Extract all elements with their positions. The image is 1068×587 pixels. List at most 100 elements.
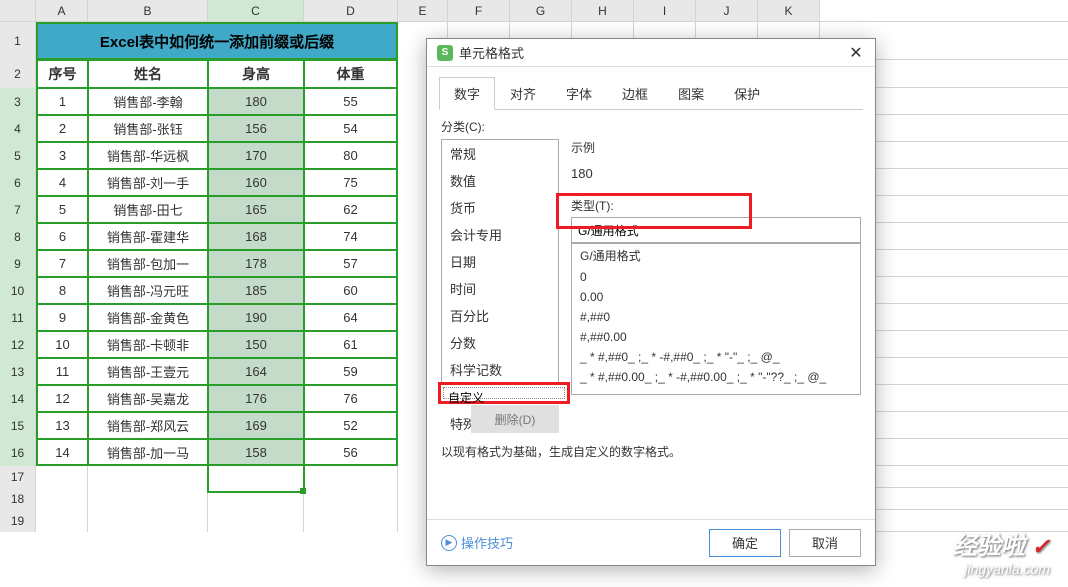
col-header-K[interactable]: K	[758, 0, 820, 21]
type-item[interactable]: _ * #,##0.00_ ;_ * -#,##0.00_ ;_ * "-"??…	[572, 367, 860, 387]
tab-font[interactable]: 字体	[551, 77, 607, 110]
col-header-C[interactable]: C	[208, 0, 304, 21]
th-name[interactable]: 姓名	[88, 60, 208, 88]
cell-num[interactable]: 2	[36, 115, 88, 142]
row-header-2[interactable]: 2	[0, 60, 36, 88]
ok-button[interactable]: 确定	[709, 529, 781, 557]
cell-name[interactable]: 销售部-李翰	[88, 88, 208, 115]
tab-align[interactable]: 对齐	[495, 77, 551, 110]
row-header-19[interactable]: 19	[0, 510, 36, 532]
row-header-9[interactable]: 9	[0, 250, 36, 277]
cell-num[interactable]: 7	[36, 250, 88, 277]
row-header-12[interactable]: 12	[0, 331, 36, 358]
row-header-5[interactable]: 5	[0, 142, 36, 169]
row-header-15[interactable]: 15	[0, 412, 36, 439]
row-header-18[interactable]: 18	[0, 488, 36, 510]
cell-name[interactable]: 销售部-吴嘉龙	[88, 385, 208, 412]
cell-weight[interactable]: 55	[304, 88, 398, 115]
cell-name[interactable]: 销售部-郑风云	[88, 412, 208, 439]
cell-weight[interactable]: 74	[304, 223, 398, 250]
category-item[interactable]: 货币	[442, 194, 558, 221]
row-header-13[interactable]: 13	[0, 358, 36, 385]
cell-weight[interactable]: 75	[304, 169, 398, 196]
col-header-J[interactable]: J	[696, 0, 758, 21]
cell-weight[interactable]: 80	[304, 142, 398, 169]
category-item[interactable]: 分数	[442, 329, 558, 356]
cell-height[interactable]: 160	[208, 169, 304, 196]
col-header-A[interactable]: A	[36, 0, 88, 21]
cell-name[interactable]: 销售部-张钰	[88, 115, 208, 142]
col-header-G[interactable]: G	[510, 0, 572, 21]
cell-num[interactable]: 3	[36, 142, 88, 169]
dialog-titlebar[interactable]: S 单元格格式 ✕	[427, 39, 875, 67]
type-item[interactable]: G/通用格式	[572, 244, 860, 267]
cell-name[interactable]: 销售部-卡顿非	[88, 331, 208, 358]
cell-weight[interactable]: 56	[304, 439, 398, 466]
th-height[interactable]: 身高	[208, 60, 304, 88]
tab-pattern[interactable]: 图案	[663, 77, 719, 110]
row-header-8[interactable]: 8	[0, 223, 36, 250]
cell-weight[interactable]: 59	[304, 358, 398, 385]
category-item[interactable]: 百分比	[442, 302, 558, 329]
type-item[interactable]: 0.00	[572, 287, 860, 307]
cell-name[interactable]: 销售部-田七	[88, 196, 208, 223]
row-header-16[interactable]: 16	[0, 439, 36, 466]
cell-height[interactable]: 190	[208, 304, 304, 331]
cell-height[interactable]: 180	[208, 88, 304, 115]
cell-num[interactable]: 5	[36, 196, 88, 223]
tab-protect[interactable]: 保护	[719, 77, 775, 110]
col-header-D[interactable]: D	[304, 0, 398, 21]
category-item[interactable]: 日期	[442, 248, 558, 275]
cell-height[interactable]: 165	[208, 196, 304, 223]
cell-weight[interactable]: 61	[304, 331, 398, 358]
cell-weight[interactable]: 54	[304, 115, 398, 142]
cell-name[interactable]: 销售部-冯元旺	[88, 277, 208, 304]
cell-name[interactable]: 销售部-华远枫	[88, 142, 208, 169]
cell-height[interactable]: 164	[208, 358, 304, 385]
row-header-10[interactable]: 10	[0, 277, 36, 304]
cell-num[interactable]: 10	[36, 331, 88, 358]
cell-height[interactable]: 178	[208, 250, 304, 277]
tips-link[interactable]: ▶ 操作技巧	[441, 533, 513, 552]
category-list[interactable]: 常规 数值 货币 会计专用 日期 时间 百分比 分数 科学记数 文本 特殊	[441, 139, 559, 397]
cell-num[interactable]: 11	[36, 358, 88, 385]
category-item[interactable]: 科学记数	[442, 356, 558, 383]
cell-weight[interactable]: 64	[304, 304, 398, 331]
row-header-17[interactable]: 17	[0, 466, 36, 488]
col-header-F[interactable]: F	[448, 0, 510, 21]
category-item[interactable]: 数值	[442, 167, 558, 194]
cell-name[interactable]: 销售部-霍建华	[88, 223, 208, 250]
type-item[interactable]: #,##0	[572, 307, 860, 327]
type-input[interactable]	[571, 217, 861, 243]
row-header-6[interactable]: 6	[0, 169, 36, 196]
cell-height[interactable]: 156	[208, 115, 304, 142]
cell-num[interactable]: 4	[36, 169, 88, 196]
cell-height[interactable]: 150	[208, 331, 304, 358]
col-header-H[interactable]: H	[572, 0, 634, 21]
cell-num[interactable]: 12	[36, 385, 88, 412]
cell-name[interactable]: 销售部-加一马	[88, 439, 208, 466]
cell-height[interactable]: 158	[208, 439, 304, 466]
cell-height[interactable]: 170	[208, 142, 304, 169]
th-weight[interactable]: 体重	[304, 60, 398, 88]
corner-cell[interactable]	[0, 0, 36, 21]
col-header-I[interactable]: I	[634, 0, 696, 21]
row-header-1[interactable]: 1	[0, 22, 36, 60]
row-header-7[interactable]: 7	[0, 196, 36, 223]
category-item[interactable]: 常规	[442, 140, 558, 167]
cell-num[interactable]: 9	[36, 304, 88, 331]
cell-num[interactable]: 6	[36, 223, 88, 250]
cancel-button[interactable]: 取消	[789, 529, 861, 557]
th-num[interactable]: 序号	[36, 60, 88, 88]
type-item[interactable]: 0	[572, 267, 860, 287]
cell-name[interactable]: 销售部-王壹元	[88, 358, 208, 385]
category-item[interactable]: 时间	[442, 275, 558, 302]
type-item[interactable]: _ * #,##0_ ;_ * -#,##0_ ;_ * "-"_ ;_ @_	[572, 347, 860, 367]
cell-height[interactable]: 168	[208, 223, 304, 250]
cell-height[interactable]: 169	[208, 412, 304, 439]
cell-height[interactable]: 185	[208, 277, 304, 304]
row-header-14[interactable]: 14	[0, 385, 36, 412]
cell-weight[interactable]: 57	[304, 250, 398, 277]
cell-num[interactable]: 1	[36, 88, 88, 115]
row-header-11[interactable]: 11	[0, 304, 36, 331]
